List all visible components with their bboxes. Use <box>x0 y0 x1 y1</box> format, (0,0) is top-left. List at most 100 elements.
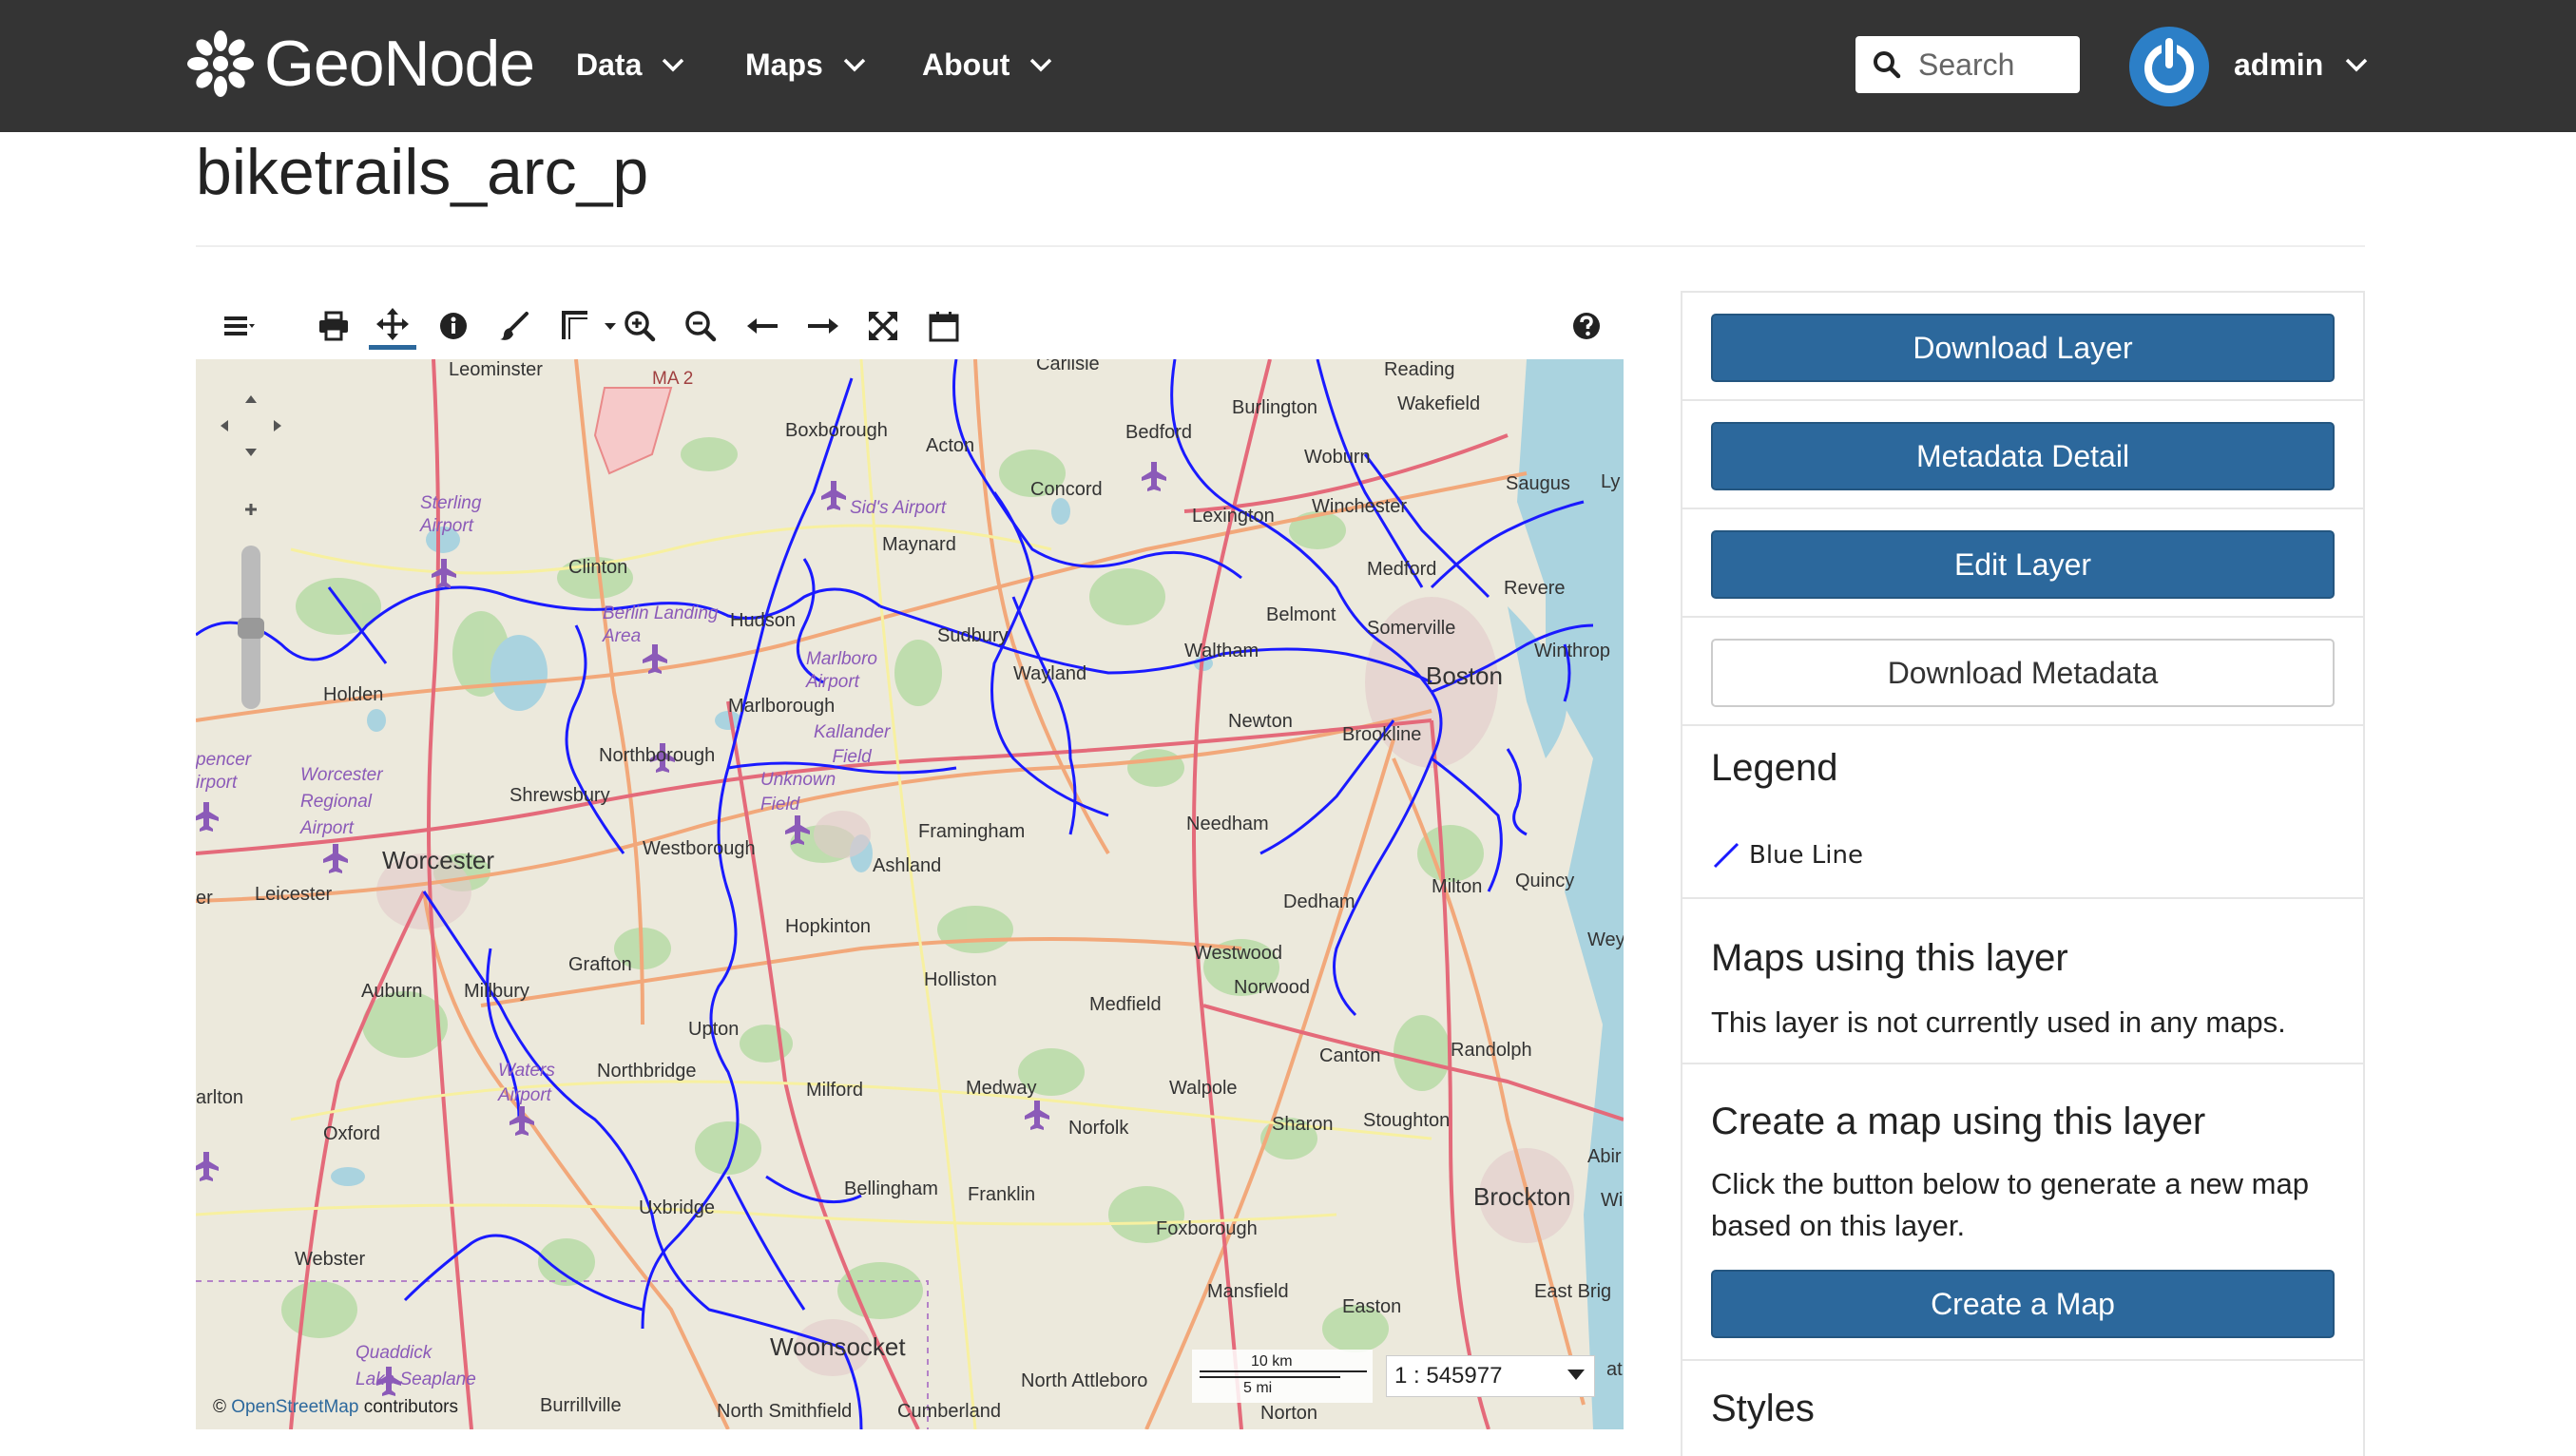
maps-using-section: Maps using this layer This layer is not … <box>1682 899 2363 1064</box>
map-label: Mansfield <box>1207 1281 1289 1302</box>
zoom-out-button[interactable] <box>677 302 724 350</box>
menu-button[interactable] <box>215 302 262 350</box>
help-icon <box>1573 313 1600 339</box>
title-divider <box>196 245 2365 247</box>
nav-maps-menu[interactable]: Maps <box>745 36 867 93</box>
map-label: Norfolk <box>1068 1118 1129 1139</box>
nav-about-menu[interactable]: About <box>922 36 1053 93</box>
pan-arrows-icon[interactable] <box>213 388 289 464</box>
map-label: Woonsocket <box>770 1332 906 1361</box>
chevron-down-icon <box>663 58 684 72</box>
map-viewer[interactable]: Leominster MA 2 Carlisle Reading Burling… <box>196 359 1624 1429</box>
brand-name: GeoNode <box>264 28 535 100</box>
chevron-down-icon <box>2345 58 2368 72</box>
maps-using-text: This layer is not currently used in any … <box>1711 1006 2286 1039</box>
legend-item: Blue Line <box>1711 840 1863 871</box>
map-label: Carlisle <box>1036 359 1100 374</box>
map-label: Oxford <box>323 1123 381 1144</box>
map-label: Acton <box>926 435 975 456</box>
info-button[interactable] <box>430 302 477 350</box>
map-label: Worcester <box>382 846 494 874</box>
scale-bar: 10 km 5 mi <box>1192 1350 1373 1403</box>
map-label: Abir <box>1587 1146 1622 1167</box>
print-button[interactable] <box>310 302 357 350</box>
user-avatar[interactable] <box>2129 27 2209 106</box>
map-label: Brockton <box>1473 1182 1571 1211</box>
arrow-left-icon <box>747 318 778 334</box>
calendar-icon <box>929 312 959 342</box>
map-label: Reading <box>1384 359 1455 380</box>
map-label: Sterling Airport <box>420 493 482 536</box>
map-label: Cumberland <box>897 1401 1001 1422</box>
user-menu[interactable]: admin <box>2234 36 2369 93</box>
map-label: Ly <box>1601 471 1621 492</box>
zoom-in-button[interactable] <box>616 302 663 350</box>
map-label: Canton <box>1319 1045 1381 1066</box>
metadata-detail-button[interactable]: Metadata Detail <box>1711 422 2335 490</box>
create-map-heading: Create a map using this layer <box>1711 1101 2206 1142</box>
map-label: Burlington <box>1232 397 1318 418</box>
create-map-section: Create a map using this layer Click the … <box>1682 1064 2363 1361</box>
map-label: Belmont <box>1266 604 1336 625</box>
map-label: Wakefield <box>1397 393 1481 414</box>
nav-about-label: About <box>922 47 1010 82</box>
map-label: Needham <box>1186 814 1269 834</box>
map-label: North Attleboro <box>1021 1370 1148 1391</box>
create-map-button[interactable]: Create a Map <box>1711 1270 2335 1338</box>
map-label: Grafton <box>568 954 632 975</box>
basemap-tiles <box>196 359 1624 1429</box>
map-label: Boxborough <box>785 420 888 441</box>
zoom-plus-icon[interactable] <box>243 502 259 517</box>
username-label: admin <box>2234 47 2324 82</box>
edit-layer-button[interactable]: Edit Layer <box>1711 530 2335 599</box>
fullscreen-button[interactable] <box>859 302 907 350</box>
help-button[interactable] <box>1563 302 1610 350</box>
map-label: Quaddick Lake Seaplane <box>356 1343 476 1389</box>
map-label: Randolph <box>1451 1040 1532 1061</box>
nav-data-menu[interactable]: Data <box>576 36 685 93</box>
legend-section: Legend Blue Line <box>1682 726 2363 899</box>
scale-line-mi <box>1200 1376 1340 1378</box>
scale-km-label: 10 km <box>1251 1353 1293 1370</box>
map-label: Dedham <box>1283 891 1355 912</box>
draw-button[interactable] <box>490 302 538 350</box>
maps-using-heading: Maps using this layer <box>1711 937 2068 979</box>
map-label: MA 2 <box>652 369 694 389</box>
copyright-symbol: © <box>213 1397 226 1417</box>
map-label: Kallander Field <box>814 722 891 767</box>
measure-button[interactable] <box>553 302 601 350</box>
map-label: Wayland <box>1013 663 1087 684</box>
map-label: Northbridge <box>597 1061 697 1082</box>
map-label: Quincy <box>1515 871 1575 891</box>
map-label: Auburn <box>361 981 423 1002</box>
openstreetmap-link[interactable]: OpenStreetMap <box>231 1397 358 1417</box>
scale-line-km <box>1200 1370 1367 1372</box>
map-label: Medfield <box>1089 994 1162 1015</box>
geonode-logo[interactable]: GeoNode <box>183 21 535 106</box>
map-toolbar <box>196 293 1624 359</box>
map-label: Winthrop <box>1534 641 1611 661</box>
forward-button[interactable] <box>798 302 846 350</box>
map-label: Sid's Airport <box>850 498 947 518</box>
pan-icon <box>376 307 409 340</box>
styles-heading: Styles <box>1711 1388 1815 1429</box>
map-label: Westwood <box>1194 943 1283 964</box>
map-label: Bedford <box>1125 422 1193 443</box>
download-metadata-button[interactable]: Download Metadata <box>1711 639 2335 707</box>
back-button[interactable] <box>740 302 787 350</box>
edit-layer-section: Edit Layer <box>1682 509 2363 618</box>
map-label: Norton <box>1260 1403 1318 1424</box>
map-label: Leominster <box>449 359 543 380</box>
scale-selector[interactable]: 1 : 545977 <box>1386 1355 1595 1397</box>
timeline-button[interactable] <box>920 302 968 350</box>
zoom-out-icon <box>685 311 717 342</box>
nav-maps-label: Maps <box>745 47 823 82</box>
map-label: Woburn <box>1304 447 1371 468</box>
zoom-slider-handle[interactable] <box>238 618 264 639</box>
map-label: at <box>1606 1359 1623 1380</box>
pan-button[interactable] <box>369 302 416 350</box>
layer-sidebar: Download Layer Metadata Detail Edit Laye… <box>1681 291 2365 1456</box>
map-label: Franklin <box>968 1184 1036 1205</box>
search-input[interactable] <box>1918 47 2070 83</box>
download-layer-button[interactable]: Download Layer <box>1711 314 2335 382</box>
